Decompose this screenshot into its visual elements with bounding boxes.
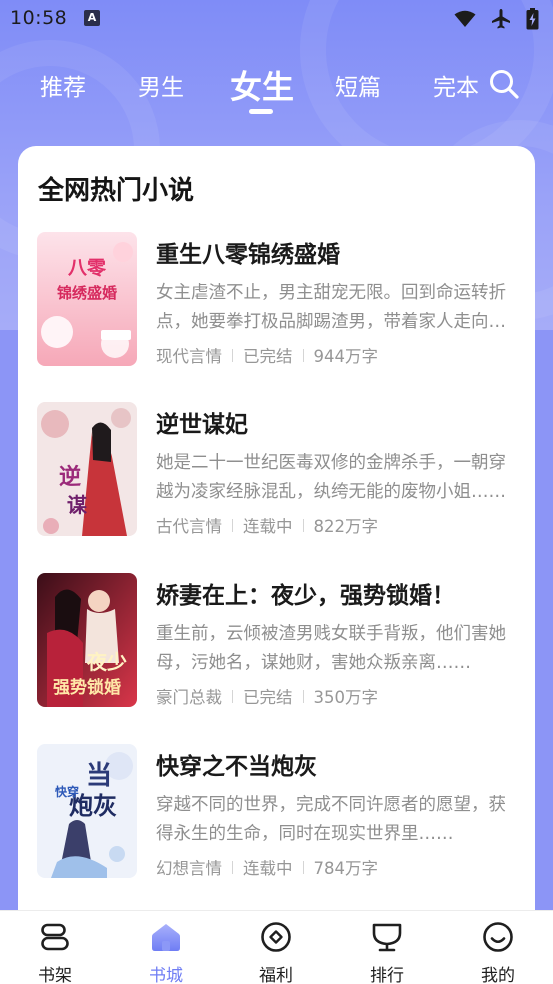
book-title: 逆世谋妃 <box>156 412 248 438</box>
status-icons <box>454 8 539 30</box>
book-cover: 夜少 强势锁婚 <box>37 573 137 707</box>
search-button[interactable] <box>488 68 520 100</box>
airplane-mode-icon <box>492 9 510 29</box>
nav-label: 我的 <box>481 966 515 984</box>
book-description: 穿越不同的世界，完成不同许愿者的愿望，获得永生的生命，同时在现实世界里…… <box>156 795 506 844</box>
meta-divider <box>232 348 233 362</box>
book-title: 快穿之不当炮灰 <box>156 754 317 780</box>
book-meta: 幻想言情 连载中 784万字 <box>156 855 378 879</box>
tab-female[interactable]: 女生 <box>230 62 294 108</box>
svg-text:快穿: 快穿 <box>55 784 79 799</box>
bottom-navigation: 书架 书城 福利 排行 我的 <box>0 910 553 984</box>
hot-novels-card: 全网热门小说 八零 锦绣盛婚 重生八零锦绣盛婚 女主虐渣不止，男主甜宠无限。回到… <box>18 146 535 926</box>
nav-welfare[interactable]: 福利 <box>236 911 316 984</box>
book-item[interactable]: 当 炮灰 快穿 快穿之不当炮灰 穿越不同的世界，完成不同许愿者的愿望，获得永生的… <box>37 744 517 882</box>
book-meta: 现代言情 已完结 944万字 <box>156 343 378 367</box>
book-meta: 豪门总裁 已完结 350万字 <box>156 684 378 708</box>
meta-divider <box>232 689 233 703</box>
notification-badge-icon: A <box>84 10 100 26</box>
book-cover: 八零 锦绣盛婚 <box>37 232 137 366</box>
search-icon <box>490 70 519 99</box>
nav-label: 福利 <box>259 966 293 984</box>
book-category: 现代言情 <box>156 347 222 366</box>
tab-male[interactable]: 男生 <box>138 68 184 102</box>
book-word-count: 822万字 <box>313 517 379 536</box>
nav-label: 书城 <box>149 966 183 984</box>
book-cover: 逆 谋 <box>37 402 137 536</box>
svg-text:夜少: 夜少 <box>86 650 127 674</box>
profile-smile-icon <box>483 922 513 952</box>
wifi-icon <box>454 10 476 27</box>
book-word-count: 784万字 <box>313 859 379 878</box>
book-description: 重生前，云倾被渣男贱女联手背叛，他们害她母，污她名，谋她财，害她众叛亲离…… <box>156 624 506 673</box>
book-category: 豪门总裁 <box>156 688 222 707</box>
nav-ranking[interactable]: 排行 <box>347 911 427 984</box>
channel-tabs: 推荐 男生 女生 短篇 完本 <box>0 60 553 116</box>
book-title: 娇妻在上：夜少，强势锁婚！ <box>156 583 455 609</box>
book-status: 已完结 <box>243 688 293 707</box>
svg-text:八零: 八零 <box>68 257 107 279</box>
book-word-count: 350万字 <box>313 688 379 707</box>
svg-text:锦绣盛婚: 锦绣盛婚 <box>57 284 117 302</box>
nav-label: 排行 <box>370 966 404 984</box>
book-status: 连载中 <box>243 859 293 878</box>
book-status: 已完结 <box>243 347 293 366</box>
book-item[interactable]: 夜少 强势锁婚 娇妻在上：夜少，强势锁婚！ 重生前，云倾被渣男贱女联手背叛，他们… <box>37 573 517 711</box>
section-title: 全网热门小说 <box>38 176 195 206</box>
battery-charging-icon <box>526 8 539 30</box>
active-tab-indicator <box>249 109 273 114</box>
svg-text:谋: 谋 <box>67 493 88 517</box>
book-category: 古代言情 <box>156 517 222 536</box>
svg-text:强势锁婚: 强势锁婚 <box>53 677 121 698</box>
meta-divider <box>302 518 304 532</box>
meta-divider <box>232 860 233 874</box>
book-item[interactable]: 八零 锦绣盛婚 重生八零锦绣盛婚 女主虐渣不止，男主甜宠无限。回到命运转折点，她… <box>37 232 517 370</box>
book-title: 重生八零锦绣盛婚 <box>156 242 340 268</box>
book-category: 幻想言情 <box>156 859 222 878</box>
book-word-count: 944万字 <box>313 347 379 366</box>
nav-profile[interactable]: 我的 <box>458 911 538 984</box>
ranking-trophy-icon <box>372 923 402 952</box>
tab-completed[interactable]: 完本 <box>433 68 479 102</box>
meta-divider <box>302 348 304 362</box>
book-meta: 古代言情 连载中 822万字 <box>156 513 378 537</box>
meta-divider <box>302 689 304 703</box>
status-bar: 10:58 A <box>0 0 553 38</box>
meta-divider <box>302 860 304 874</box>
book-item[interactable]: 逆 谋 逆世谋妃 她是二十一世纪医毒双修的金牌杀手，一朝穿越为凌家经脉混乱，纨绔… <box>37 402 517 540</box>
bookstore-home-icon <box>152 924 180 951</box>
svg-text:当: 当 <box>86 761 112 791</box>
svg-text:逆: 逆 <box>59 464 81 490</box>
nav-label: 书架 <box>38 966 72 984</box>
nav-bookshelf[interactable]: 书架 <box>15 911 95 984</box>
book-cover: 当 炮灰 快穿 <box>37 744 137 878</box>
book-description: 女主虐渣不止，男主甜宠无限。回到命运转折点，她要拳打极品脚踢渣男，带着家人走向致… <box>156 283 506 332</box>
meta-divider <box>232 518 233 532</box>
book-status: 连载中 <box>243 517 293 536</box>
nav-bookstore[interactable]: 书城 <box>126 911 206 984</box>
welfare-icon <box>261 922 291 952</box>
tab-short-stories[interactable]: 短篇 <box>335 68 381 102</box>
bookshelf-icon <box>41 923 69 951</box>
tab-recommend[interactable]: 推荐 <box>40 68 86 102</box>
book-description: 她是二十一世纪医毒双修的金牌杀手，一朝穿越为凌家经脉混乱，纨绔无能的废物小姐…… <box>156 453 506 502</box>
status-time: 10:58 <box>10 7 68 29</box>
